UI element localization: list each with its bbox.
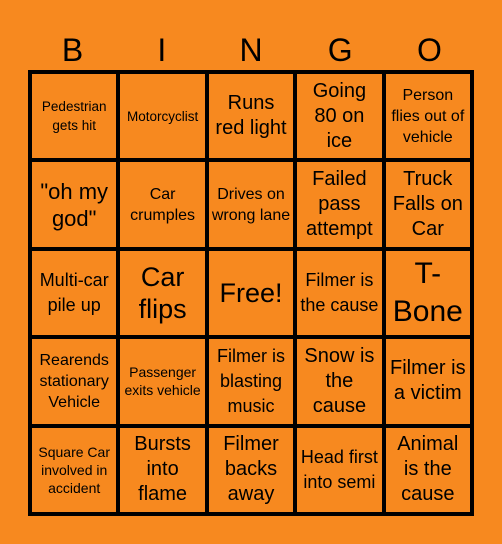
cell-text: Runs red light: [215, 92, 287, 140]
bingo-cell-b5[interactable]: Square Car involved in accident: [32, 427, 117, 512]
bingo-cell-o1[interactable]: Person flies out of vehicle: [385, 74, 470, 159]
cell-text: Failed pass attempt: [306, 168, 373, 241]
bingo-cell-i5[interactable]: Bursts into flame: [120, 427, 205, 512]
bingo-cell-b3[interactable]: Multi-car pile up: [32, 250, 117, 336]
header-letter-n: N: [239, 32, 263, 68]
cell-text: Filmer is a victim: [390, 357, 466, 405]
cell-text: Bursts into flame: [134, 433, 191, 506]
bingo-cell-free[interactable]: Free!: [208, 250, 294, 336]
header-letter-g: G: [327, 32, 353, 68]
bingo-cell-g3[interactable]: Filmer is the cause: [297, 250, 382, 336]
bingo-cell-b1[interactable]: Pedestrian gets hit: [32, 74, 117, 159]
bingo-cell-o5[interactable]: Animal is the cause: [385, 427, 470, 512]
cell-text: Car flips: [138, 261, 187, 324]
cell-text: Truck Falls on Car: [392, 168, 463, 241]
bingo-cell-n1[interactable]: Runs red light: [208, 74, 294, 159]
bingo-cell-b2[interactable]: "oh my god": [32, 162, 117, 247]
cell-text: Animal is the cause: [397, 433, 459, 506]
cell-text: Rearends stationary Vehicle: [39, 351, 109, 411]
bingo-cell-o4[interactable]: Filmer is a victim: [385, 339, 470, 424]
free-space-text: Free!: [219, 277, 283, 308]
cell-text: Filmer is the cause: [300, 269, 379, 315]
cell-text: Snow is the cause: [304, 344, 375, 417]
cell-text: Drives on wrong lane: [211, 185, 291, 224]
cell-text: Filmer backs away: [223, 433, 279, 506]
header-letter-o: O: [416, 32, 442, 68]
bingo-cell-n4[interactable]: Filmer is blasting music: [208, 339, 294, 424]
bingo-cell-n5[interactable]: Filmer backs away: [208, 427, 294, 512]
bingo-cell-i4[interactable]: Passenger exits vehicle: [120, 339, 205, 424]
bingo-cell-i2[interactable]: Car crumples: [120, 162, 205, 247]
bingo-cell-g5[interactable]: Head first into semi: [297, 427, 382, 512]
bingo-cell-i1[interactable]: Motorcyclist: [120, 74, 205, 159]
cell-text: Head first into semi: [300, 446, 378, 492]
cell-text: Passenger exits vehicle: [124, 364, 201, 399]
bingo-board: Pedestrian gets hit Motorcyclist Runs re…: [28, 70, 474, 516]
cell-text: Multi-car pile up: [39, 269, 109, 315]
bingo-cell-g2[interactable]: Failed pass attempt: [297, 162, 382, 247]
bingo-cell-o2[interactable]: Truck Falls on Car: [385, 162, 470, 247]
bingo-cell-b4[interactable]: Rearends stationary Vehicle: [32, 339, 117, 424]
bingo-cell-g4[interactable]: Snow is the cause: [297, 339, 382, 424]
cell-text: Pedestrian gets hit: [41, 99, 107, 134]
cell-text: "oh my god": [40, 178, 109, 231]
cell-text: Person flies out of vehicle: [391, 86, 465, 146]
cell-text: Motorcyclist: [126, 108, 199, 124]
cell-text: Going 80 on ice: [312, 79, 367, 152]
cell-text: T-Bone: [392, 256, 463, 328]
header-letter-i: I: [157, 32, 167, 68]
bingo-cell-g1[interactable]: Going 80 on ice: [297, 74, 382, 159]
cell-text: Square Car involved in accident: [38, 443, 110, 496]
bingo-cell-n2[interactable]: Drives on wrong lane: [208, 162, 294, 247]
cell-text: Filmer is blasting music: [216, 345, 285, 416]
header-letter-b: B: [61, 32, 84, 68]
bingo-header: B I N G O: [28, 30, 474, 70]
cell-text: Car crumples: [130, 185, 196, 224]
bingo-cell-i3[interactable]: Car flips: [120, 250, 205, 336]
bingo-cell-o3[interactable]: T-Bone: [385, 250, 470, 336]
